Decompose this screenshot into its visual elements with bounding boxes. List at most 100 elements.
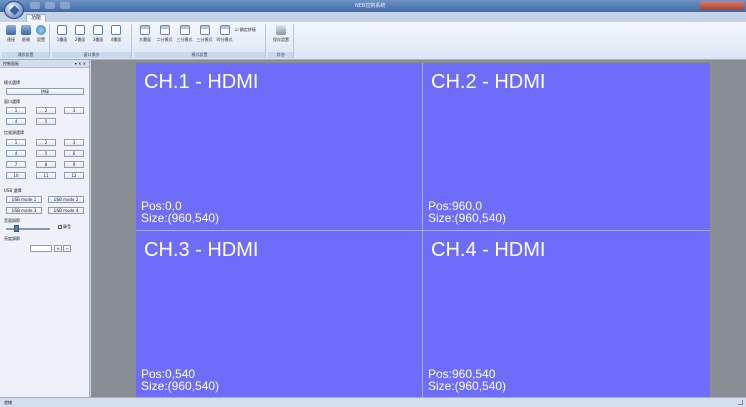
window-1-button[interactable]: 1畫面 (55, 25, 69, 43)
window-4-button[interactable]: 4畫面 (109, 25, 123, 43)
screen-icon (93, 25, 103, 35)
layout-icon (219, 25, 230, 35)
channel-window-1[interactable]: CH.1 - HDMI Pos:0,0 Size:(960,540) (136, 63, 422, 230)
panel-header: 控制面板 ▾ ✕ ✕ (0, 60, 89, 68)
signal-button-12[interactable]: 12 (64, 172, 84, 179)
ribbon-group-connection: 連接 斷開 設置 通訊設置 (2, 24, 50, 58)
settings-button[interactable]: 設置 (34, 25, 48, 43)
checkbox-icon (58, 225, 62, 229)
channel-title: CH.3 - HDMI (144, 239, 259, 261)
signal-button-2[interactable]: 2 (36, 139, 56, 146)
panel-header-controls[interactable]: ▾ ✕ ✕ (75, 60, 86, 67)
layout-icon (179, 25, 190, 35)
window-3-button[interactable]: 3畫面 (91, 25, 105, 43)
channel-size: Size:(960,540) (428, 211, 507, 225)
left-control-panel: 控制面板 ▾ ✕ ✕ 模式選擇 拼接 窗口選擇 1 2 3 4 5 信號源選擇 … (0, 60, 90, 397)
window-2-button[interactable]: 2畫面 (73, 25, 87, 43)
group-label: 通訊設置 (2, 52, 49, 58)
mode-split4-button[interactable]: 四分模式 (215, 25, 234, 43)
quick-save-icon[interactable] (30, 2, 40, 9)
group-label: 窗口操作 (52, 52, 131, 58)
quick-undo-icon[interactable] (45, 2, 55, 9)
window-controls[interactable] (700, 1, 744, 10)
ribbon-group-mode: 大畫面 二分模式 三分模式 三分模式 四分模式 ☑ 鎖定拼接 模式設置 (134, 24, 266, 58)
window-select-3[interactable]: 3 (64, 107, 84, 114)
signal-button-5[interactable]: 5 (36, 150, 56, 157)
title-bar: NEB控制系統 (0, 0, 746, 12)
layout-icon (159, 25, 170, 35)
connect-button[interactable]: 連接 (4, 25, 18, 43)
signal-button-1[interactable]: 1 (6, 139, 26, 146)
screen-icon (75, 25, 85, 35)
signal-button-8[interactable]: 8 (36, 161, 56, 168)
quick-redo-icon[interactable] (60, 2, 70, 9)
brightness-minus-button[interactable]: − (63, 245, 71, 252)
brightness-plus-button[interactable]: + (54, 245, 62, 252)
section-brightness-label: 亮度調節 (4, 236, 20, 241)
channel-window-2[interactable]: CH.2 - HDMI Pos:960,0 Size:(960,540) (423, 63, 709, 230)
window-title: NEB控制系統 (355, 3, 386, 9)
signal-button-4[interactable]: 4 (6, 150, 26, 157)
save-icon (276, 25, 286, 35)
usb-mode-1-button[interactable]: USB mode 1 (6, 196, 42, 203)
mode-full-button[interactable]: 大畫面 (136, 25, 154, 43)
window-select-5[interactable]: 5 (36, 118, 56, 125)
signal-button-6[interactable]: 6 (64, 150, 84, 157)
channel-size: Size:(960,540) (428, 379, 507, 393)
channel-window-3[interactable]: CH.3 - HDMI Pos:0,540 Size:(960,540) (136, 231, 422, 398)
quick-access-toolbar (30, 2, 70, 9)
mute-checkbox[interactable]: 靜音 (58, 224, 71, 230)
group-label: 其他 (268, 52, 293, 58)
resize-grip-icon[interactable] (738, 400, 743, 405)
signal-button-9[interactable]: 9 (64, 161, 84, 168)
ribbon: 連接 斷開 設置 通訊設置 1畫面 2畫面 3畫面 4畫面 窗口操作 大畫面 二… (0, 22, 746, 60)
ribbon-group-window: 1畫面 2畫面 3畫面 4畫面 窗口操作 (52, 24, 132, 58)
window-select-2[interactable]: 2 (36, 107, 56, 114)
channel-title: CH.2 - HDMI (431, 71, 546, 93)
disconnect-button[interactable]: 斷開 (19, 25, 33, 43)
globe-icon (36, 25, 46, 35)
lock-splice-checkbox[interactable]: ☑ 鎖定拼接 (235, 27, 256, 33)
section-mode-label: 模式選擇 (4, 80, 20, 85)
channel-title: CH.4 - HDMI (431, 239, 546, 261)
usb-mode-3-button[interactable]: USB mode 3 (6, 207, 42, 214)
section-window-label: 窗口選擇 (4, 99, 20, 104)
mode-split3a-button[interactable]: 三分模式 (175, 25, 194, 43)
signal-button-7[interactable]: 7 (6, 161, 26, 168)
mode-split2-button[interactable]: 二分模式 (155, 25, 174, 43)
usb-mode-2-button[interactable]: USB mode 2 (48, 196, 84, 203)
connect-icon (6, 25, 16, 35)
channel-window-4[interactable]: CH.4 - HDMI Pos:960,540 Size:(960,540) (423, 231, 709, 398)
channel-size: Size:(960,540) (141, 379, 220, 393)
ribbon-tabs: 功能 (0, 12, 746, 22)
channel-title: CH.1 - HDMI (144, 71, 259, 93)
panel-title: 控制面板 (3, 61, 19, 66)
section-volume-label: 音量調節 (4, 218, 20, 223)
screen-icon (57, 25, 67, 35)
channel-size: Size:(960,540) (141, 211, 220, 225)
signal-button-11[interactable]: 11 (36, 172, 56, 179)
window-select-4[interactable]: 4 (6, 118, 26, 125)
section-signal-label: 信號源選擇 (4, 130, 24, 135)
app-menu-button[interactable] (4, 1, 24, 19)
mode-button[interactable]: 拼接 (6, 88, 84, 95)
tab-function[interactable]: 功能 (26, 14, 46, 22)
volume-slider-track[interactable] (6, 228, 50, 230)
video-wall-canvas[interactable]: CH.1 - HDMI Pos:0,0 Size:(960,540) CH.2 … (136, 63, 710, 397)
ribbon-group-other: 保存設置 其他 (268, 24, 294, 58)
grid-divider-horizontal (136, 230, 710, 231)
layout-icon (140, 25, 150, 35)
window-select-1[interactable]: 1 (6, 107, 26, 114)
save-settings-button[interactable]: 保存設置 (272, 25, 290, 43)
signal-button-3[interactable]: 3 (64, 139, 84, 146)
group-label: 模式設置 (134, 52, 265, 58)
layout-icon (199, 25, 210, 35)
brightness-spin-input[interactable] (30, 245, 52, 252)
volume-slider-thumb[interactable] (14, 225, 19, 232)
signal-button-10[interactable]: 10 (6, 172, 26, 179)
mode-split3b-button[interactable]: 三分模式 (195, 25, 214, 43)
screen-icon (111, 25, 121, 35)
usb-mode-4-button[interactable]: USB mode 4 (48, 207, 84, 214)
section-usb-label: USB 選擇 (4, 188, 22, 193)
status-text: 就緒 (4, 400, 12, 405)
